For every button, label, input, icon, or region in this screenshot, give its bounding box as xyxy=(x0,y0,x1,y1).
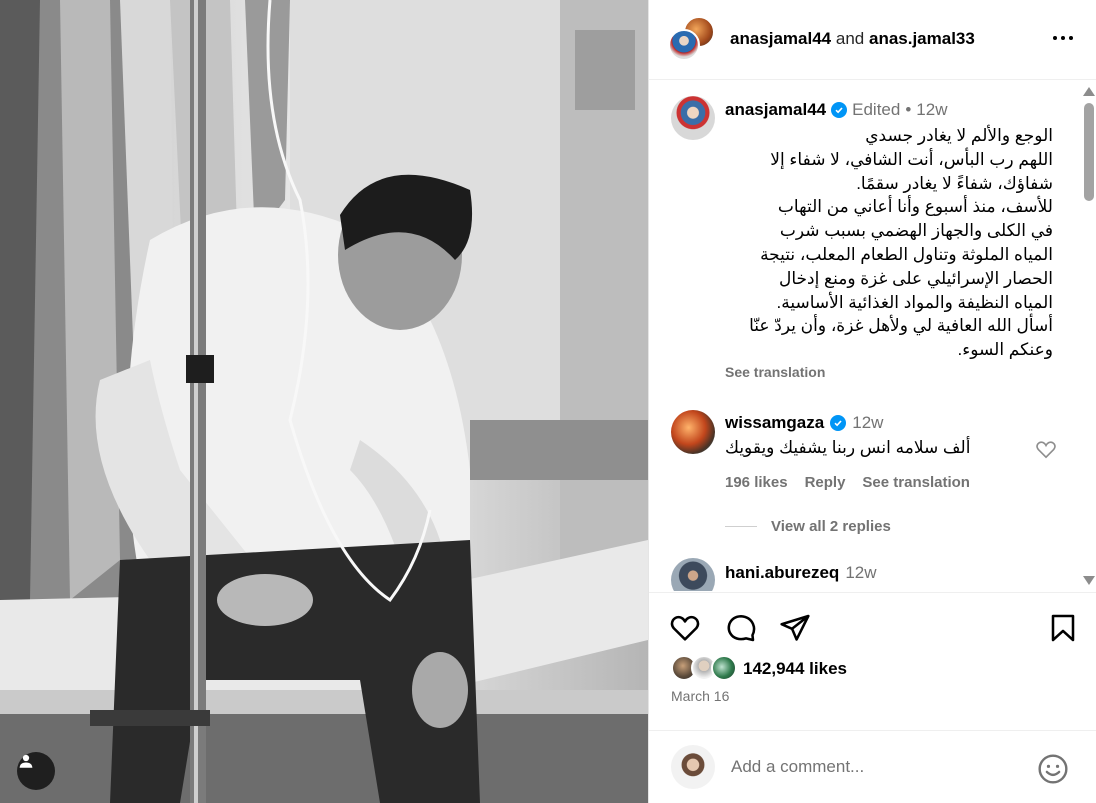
caption-line: الوجع والألم لا يغادر جسدي xyxy=(865,126,1053,145)
post-photo xyxy=(0,0,648,803)
caption-line: أسأل الله العافية لي ولأهل غزة، وأن يردّ… xyxy=(749,316,1053,336)
post-actions-bar: 142,944 likes March 16 xyxy=(649,592,1096,740)
like-heart-icon[interactable] xyxy=(669,612,701,644)
caption-line: اللهم رب البأس، أنت الشافي، لا شفاء إلا xyxy=(770,149,1053,169)
comment-time[interactable]: 12w xyxy=(852,412,883,434)
caption-line: المياه الملوثة وتناول الطعام المعلب، نتي… xyxy=(760,244,1053,264)
emoji-icon[interactable] xyxy=(1037,753,1069,785)
comments-scroll-area[interactable]: anasjamal44 Edited • 12w الوجع والألم لا… xyxy=(649,81,1096,591)
avatar[interactable] xyxy=(671,410,715,454)
photo-illustration xyxy=(0,0,648,803)
comment-icon[interactable] xyxy=(725,612,757,644)
avatar[interactable] xyxy=(668,29,700,61)
coauthor-username-link[interactable]: anas.jamal33 xyxy=(869,29,975,48)
add-comment-bar xyxy=(649,730,1096,803)
comment-likes-count[interactable]: 196 likes xyxy=(725,474,788,491)
caption-line: الحصار الإسرائيلي على غزة ومنع إدخال xyxy=(779,268,1053,288)
caption-line: في الكلى والجهاز الهضمي بسبب شرب xyxy=(779,221,1053,241)
see-translation-button[interactable]: See translation xyxy=(862,474,970,491)
comment-username-link[interactable]: wissamgaza xyxy=(725,412,824,434)
scrollbar-thumb[interactable] xyxy=(1084,103,1094,201)
author-username-link[interactable]: anasjamal44 xyxy=(730,29,831,48)
caption-line: وعنكم السوء. xyxy=(957,340,1053,360)
caption-username-link[interactable]: anasjamal44 xyxy=(725,99,826,121)
post-details-panel: anasjamal44 and anas.jamal33 anasjamal44… xyxy=(648,0,1096,803)
separator-dot: • xyxy=(905,100,912,119)
post-header: anasjamal44 and anas.jamal33 xyxy=(649,0,1096,80)
view-replies-label: View all 2 replies xyxy=(771,518,891,535)
avatar[interactable] xyxy=(671,558,715,591)
bookmark-icon[interactable] xyxy=(1047,612,1079,644)
user-icon xyxy=(19,754,33,768)
view-replies-button[interactable]: View all 2 replies xyxy=(725,518,891,535)
post-time[interactable]: 12w xyxy=(916,99,947,121)
comment-username-link[interactable]: hani.aburezeq xyxy=(725,562,839,584)
caption-header: anasjamal44 Edited • 12w xyxy=(725,99,947,121)
collab-authors: anasjamal44 and anas.jamal33 xyxy=(730,28,975,50)
caption-line: للأسف، منذ أسبوع وأنا أعاني من التهاب xyxy=(777,197,1053,217)
scroll-down-arrow-icon[interactable] xyxy=(1083,576,1095,585)
avatar xyxy=(711,655,737,681)
more-options-icon[interactable] xyxy=(1049,26,1077,50)
comment-actions: 196 likes Reply See translation xyxy=(725,474,970,491)
avatar xyxy=(671,745,715,789)
caption-line: شفاؤك، شفاءً لا يغادر سقمًا. xyxy=(856,173,1053,193)
avatar[interactable] xyxy=(671,96,715,140)
edited-label: Edited xyxy=(852,100,901,119)
scroll-up-arrow-icon[interactable] xyxy=(1083,87,1095,96)
liked-by-avatars[interactable] xyxy=(671,655,741,683)
likes-count[interactable]: 142,944 likes xyxy=(743,659,847,679)
tagged-user-button[interactable] xyxy=(17,752,55,790)
share-icon[interactable] xyxy=(779,612,811,644)
see-translation-button[interactable]: See translation xyxy=(725,364,825,380)
caption-line: المياه النظيفة والمواد الغذائية الأساسية… xyxy=(776,292,1053,312)
verified-badge-icon xyxy=(830,415,847,431)
verified-badge-icon xyxy=(831,102,848,118)
like-comment-heart-icon[interactable] xyxy=(1035,439,1057,459)
comment-time[interactable]: 12w xyxy=(845,562,876,584)
comment-text: ألف سلامه انس ربنا يشفيك ويقويك xyxy=(725,438,971,457)
post-caption: الوجع والألم لا يغادر جسدي اللهم رب البأ… xyxy=(723,124,1053,362)
comment-header: hani.aburezeq 12w xyxy=(725,562,877,584)
comment-header: wissamgaza 12w xyxy=(725,412,883,434)
collab-and-text: and xyxy=(835,29,865,48)
post-date[interactable]: March 16 xyxy=(671,688,729,704)
reply-button[interactable]: Reply xyxy=(805,474,846,491)
replies-divider xyxy=(725,526,757,527)
comment-input[interactable] xyxy=(731,753,1021,781)
